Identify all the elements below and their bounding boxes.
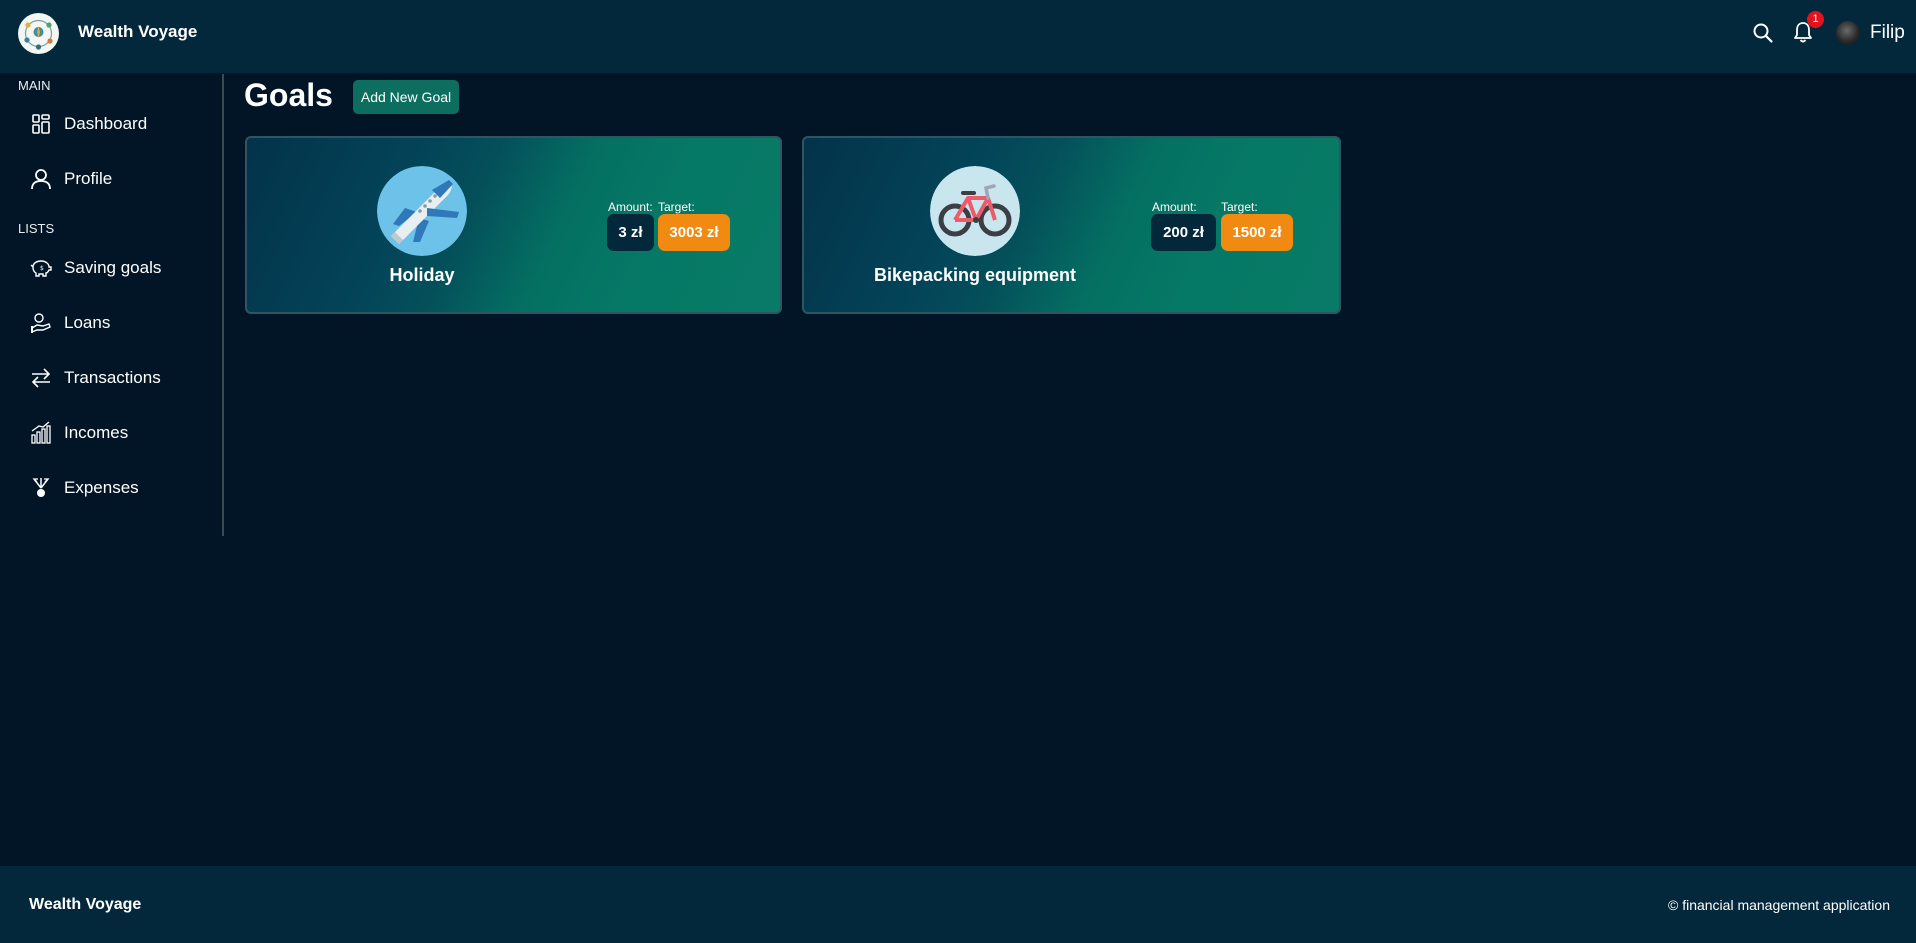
add-new-goal-button[interactable]: Add New Goal xyxy=(353,80,459,114)
sidebar-item-dashboard[interactable]: Dashboard xyxy=(28,107,218,141)
sidebar-item-label: Dashboard xyxy=(64,114,148,133)
goal-amount-value: 200 zł xyxy=(1151,214,1216,251)
notification-badge: 1 xyxy=(1807,11,1824,28)
sidebar-section-lists: LISTS xyxy=(18,221,55,236)
sidebar-item-transactions[interactable]: Transactions xyxy=(28,361,218,395)
app-title: Wealth Voyage xyxy=(78,22,198,41)
sidebar-item-label: Incomes xyxy=(64,423,129,442)
goal-card-holiday[interactable]: Holiday Amount: Target: 3 zł 3003 zł xyxy=(245,136,782,314)
sidebar-item-loans[interactable]: Loans xyxy=(28,306,218,340)
transfer-arrows-icon xyxy=(28,365,54,391)
sidebar-section-main: MAIN xyxy=(18,78,51,93)
sidebar-item-label: Expenses xyxy=(64,478,139,497)
expenses-icon xyxy=(28,475,54,501)
goal-target-value: 3003 zł xyxy=(658,214,730,251)
footer: Wealth Voyage © financial management app… xyxy=(0,866,1916,943)
sidebar-item-label: Transactions xyxy=(64,368,161,387)
user-name[interactable]: Filip xyxy=(1870,22,1905,44)
page-title: Goals xyxy=(244,77,333,113)
sidebar-item-label: Saving goals xyxy=(64,258,162,277)
user-avatar[interactable] xyxy=(1836,21,1860,45)
footer-brand: Wealth Voyage xyxy=(29,896,142,913)
sidebar: MAIN Dashboard Profile LISTS $ Saving go… xyxy=(0,73,222,536)
goal-amount-value: 3 zł xyxy=(607,214,654,251)
sidebar-item-label: Loans xyxy=(64,313,111,332)
goal-name: Holiday xyxy=(389,265,455,285)
sidebar-item-saving-goals[interactable]: $ Saving goals xyxy=(28,251,218,285)
user-icon xyxy=(28,166,54,192)
airplane-icon xyxy=(377,166,467,256)
bicycle-icon xyxy=(930,166,1020,256)
sidebar-divider xyxy=(222,74,224,536)
target-label: Target: xyxy=(1221,200,1258,214)
goal-name: Bikepacking equipment xyxy=(873,265,1077,285)
amount-label: Amount: xyxy=(608,200,653,214)
dashboard-icon xyxy=(28,111,54,137)
income-chart-icon xyxy=(28,420,54,446)
sidebar-item-profile[interactable]: Profile xyxy=(28,162,218,196)
footer-copyright: © financial management application xyxy=(1667,897,1890,913)
piggy-bank-icon: $ xyxy=(28,255,54,281)
sidebar-item-incomes[interactable]: Incomes xyxy=(28,416,218,450)
goal-card-bikepacking[interactable]: Bikepacking equipment Amount: Target: 20… xyxy=(802,136,1341,314)
top-header: Wealth Voyage 1 Filip xyxy=(0,0,1916,73)
search-icon[interactable] xyxy=(1752,22,1774,44)
sidebar-item-expenses[interactable]: Expenses xyxy=(28,471,218,505)
loan-hand-icon xyxy=(28,310,54,336)
target-label: Target: xyxy=(658,200,695,214)
app-logo[interactable] xyxy=(18,13,59,54)
sidebar-item-label: Profile xyxy=(64,169,113,188)
svg-text:$: $ xyxy=(40,265,44,272)
goal-target-value: 1500 zł xyxy=(1221,214,1293,251)
amount-label: Amount: xyxy=(1152,200,1197,214)
